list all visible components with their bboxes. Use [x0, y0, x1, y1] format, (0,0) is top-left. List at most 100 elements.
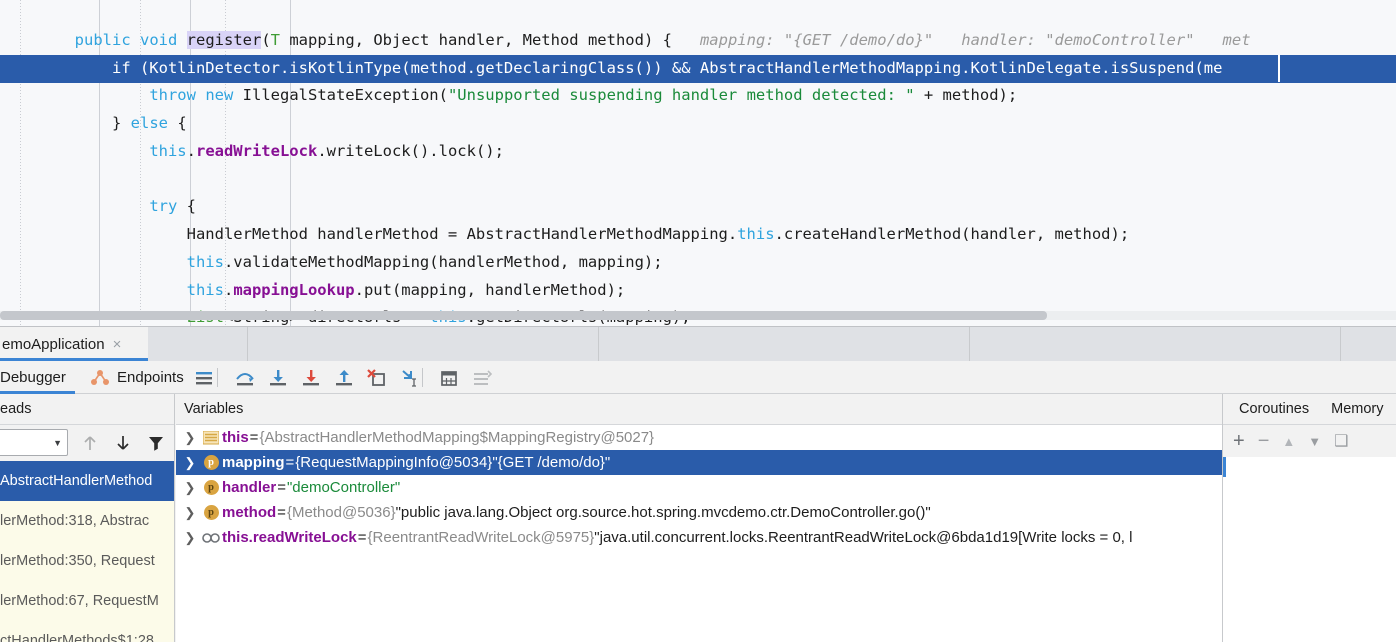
variable-value: "public java.lang.Object org.source.hot.… [395, 504, 931, 521]
code-line[interactable]: public void register(T mapping, Object h… [0, 27, 1396, 55]
variable-ref: {AbstractHandlerMethodMapping$MappingReg… [259, 429, 655, 446]
run-to-cursor-icon[interactable] [398, 367, 420, 389]
code-line[interactable]: this.readWriteLock.writeLock().lock(); [0, 138, 1396, 166]
frames-header: eads [0, 394, 174, 425]
copy-icon[interactable]: ❑ [1334, 431, 1348, 451]
tab-debugger[interactable]: Debugger [0, 361, 76, 394]
settings-lines-icon[interactable] [471, 367, 493, 389]
equals-sign: = [249, 429, 259, 446]
parameter-icon: p [200, 480, 222, 495]
remove-icon[interactable]: − [1258, 430, 1270, 453]
frames-controls: NG ▼ [0, 425, 174, 461]
variable-name: this.readWriteLock [222, 529, 357, 546]
frame-row[interactable]: ctHandlerMethods$1:28 [0, 621, 174, 642]
tab-label: emoApplication [2, 335, 105, 353]
step-into-icon[interactable] [267, 367, 289, 389]
code-line[interactable]: HandlerMethod handlerMethod = AbstractHa… [0, 221, 1396, 249]
code-line[interactable]: } else { [0, 110, 1396, 138]
frame-row[interactable]: lerMethod:318, Abstrac [0, 501, 174, 541]
code-line[interactable]: this.validateMethodMapping(handlerMethod… [0, 249, 1396, 277]
endpoints-icon [91, 369, 109, 385]
variable-row[interactable]: ❯ p mapping = {RequestMappingInfo@5034} "{… [176, 450, 1222, 475]
code-line[interactable]: if (KotlinDetector.isKotlinType(method.g… [0, 55, 1396, 83]
variable-row[interactable]: ❯ p handler = "demoController" [176, 475, 1222, 500]
step-out-icon[interactable] [333, 367, 355, 389]
divider [1340, 327, 1341, 362]
frame-row-label: ctHandlerMethods$1:28 [0, 633, 154, 642]
move-down-icon[interactable]: ▼ [1308, 434, 1321, 449]
variable-name: handler [222, 479, 277, 496]
equals-sign: = [277, 504, 286, 521]
frame-row-label: AbstractHandlerMethod [0, 473, 153, 489]
frames-panel[interactable]: eads NG ▼ AbstractHandlerMethod lerMethod… [0, 394, 175, 642]
close-icon[interactable]: × [113, 336, 122, 353]
variable-value: "{GET /demo/do}" [492, 454, 611, 471]
variables-header-label: Variables [184, 401, 244, 417]
drop-frame-icon[interactable] [365, 367, 387, 389]
frames-header-label: eads [0, 401, 32, 417]
tool-window-tabbar: emoApplication × [0, 326, 1396, 362]
expand-arrow-icon[interactable]: ❯ [180, 480, 200, 496]
code-editor[interactable]: public void register(T mapping, Object h… [0, 0, 1396, 326]
variable-name: method [222, 504, 277, 521]
coroutines-memory-panel[interactable]: Coroutines Memory + − ▲ ▼ ❑ [1222, 394, 1396, 642]
equals-sign: = [357, 529, 367, 546]
frame-row-label: lerMethod:350, Request [0, 553, 155, 569]
variables-header: Variables [176, 394, 1222, 425]
variables-list[interactable]: ❯ this = {AbstractHandlerMethodMapping$Ma… [176, 425, 1222, 550]
thread-select[interactable]: NG ▼ [0, 429, 68, 456]
variable-ref: {Method@5036} [286, 504, 396, 521]
variable-name: mapping [222, 454, 285, 471]
expand-arrow-icon[interactable]: ❯ [180, 530, 200, 546]
variable-row[interactable]: ❯ p method = {Method@5036} "public java.la… [176, 500, 1222, 525]
filter-icon[interactable] [146, 433, 166, 458]
tab-coroutines[interactable]: Coroutines [1239, 401, 1309, 417]
code-line[interactable]: try { [0, 193, 1396, 221]
step-over-icon[interactable] [234, 367, 256, 389]
code-line[interactable]: throw new IllegalStateException("Unsuppo… [0, 82, 1396, 110]
expand-arrow-icon[interactable]: ❯ [180, 430, 200, 446]
equals-sign: = [285, 454, 295, 471]
divider [598, 327, 599, 362]
add-icon[interactable]: + [1233, 430, 1245, 453]
right-panel-toolbar: + − ▲ ▼ ❑ [1223, 425, 1396, 457]
expand-arrow-icon[interactable]: ❯ [180, 455, 200, 471]
tab-endpoints-label: Endpoints [117, 369, 184, 386]
chevron-down-icon: ▼ [53, 437, 62, 448]
field-chain-icon [200, 532, 222, 544]
frames-list[interactable]: AbstractHandlerMethod lerMethod:318, Abst… [0, 461, 174, 642]
variable-row[interactable]: ❯ this.readWriteLock = {ReentrantReadWrit… [176, 525, 1222, 550]
tab-demo-application[interactable]: emoApplication × [0, 327, 148, 361]
frame-row[interactable]: lerMethod:67, RequestM [0, 581, 174, 621]
frame-up-button[interactable] [80, 433, 100, 458]
layout-settings-icon[interactable] [193, 367, 215, 389]
frame-row[interactable]: lerMethod:350, Request [0, 541, 174, 581]
tab-debugger-label: Debugger [0, 369, 66, 386]
frame-row[interactable]: AbstractHandlerMethod [0, 461, 174, 501]
variable-name: this [222, 429, 249, 446]
variable-row[interactable]: ❯ this = {AbstractHandlerMethodMapping$Ma… [176, 425, 1222, 450]
right-panel-tabs: Coroutines Memory [1223, 394, 1396, 425]
tab-memory[interactable]: Memory [1331, 401, 1383, 417]
editor-hscrollbar-thumb[interactable] [0, 311, 1047, 320]
code-line[interactable]: this.mappingLookup.put(mapping, handlerM… [0, 277, 1396, 305]
evaluate-expression-icon[interactable] [438, 367, 460, 389]
parameter-icon: p [200, 455, 222, 470]
equals-sign: = [277, 479, 286, 496]
variable-ref: {ReentrantReadWriteLock@5975} [367, 529, 595, 546]
frame-down-button[interactable] [113, 433, 133, 458]
divider [247, 327, 248, 362]
variables-panel[interactable]: Variables ❯ this = {AbstractHandlerMethod… [176, 394, 1222, 642]
expand-arrow-icon[interactable]: ❯ [180, 505, 200, 521]
code-line[interactable] [0, 166, 1396, 194]
move-up-icon[interactable]: ▲ [1282, 434, 1295, 449]
divider [422, 368, 423, 387]
tab-endpoints[interactable]: Endpoints [90, 361, 184, 394]
debugger-toolbar: Debugger Endpoints [0, 361, 1396, 394]
force-step-into-icon[interactable] [300, 367, 322, 389]
frame-row-label: lerMethod:67, RequestM [0, 593, 159, 609]
variable-value: "java.util.concurrent.locks.ReentrantRea… [594, 529, 1133, 546]
divider [217, 368, 218, 387]
variable-ref: {RequestMappingInfo@5034} [295, 454, 493, 471]
parameter-icon: p [200, 505, 222, 520]
